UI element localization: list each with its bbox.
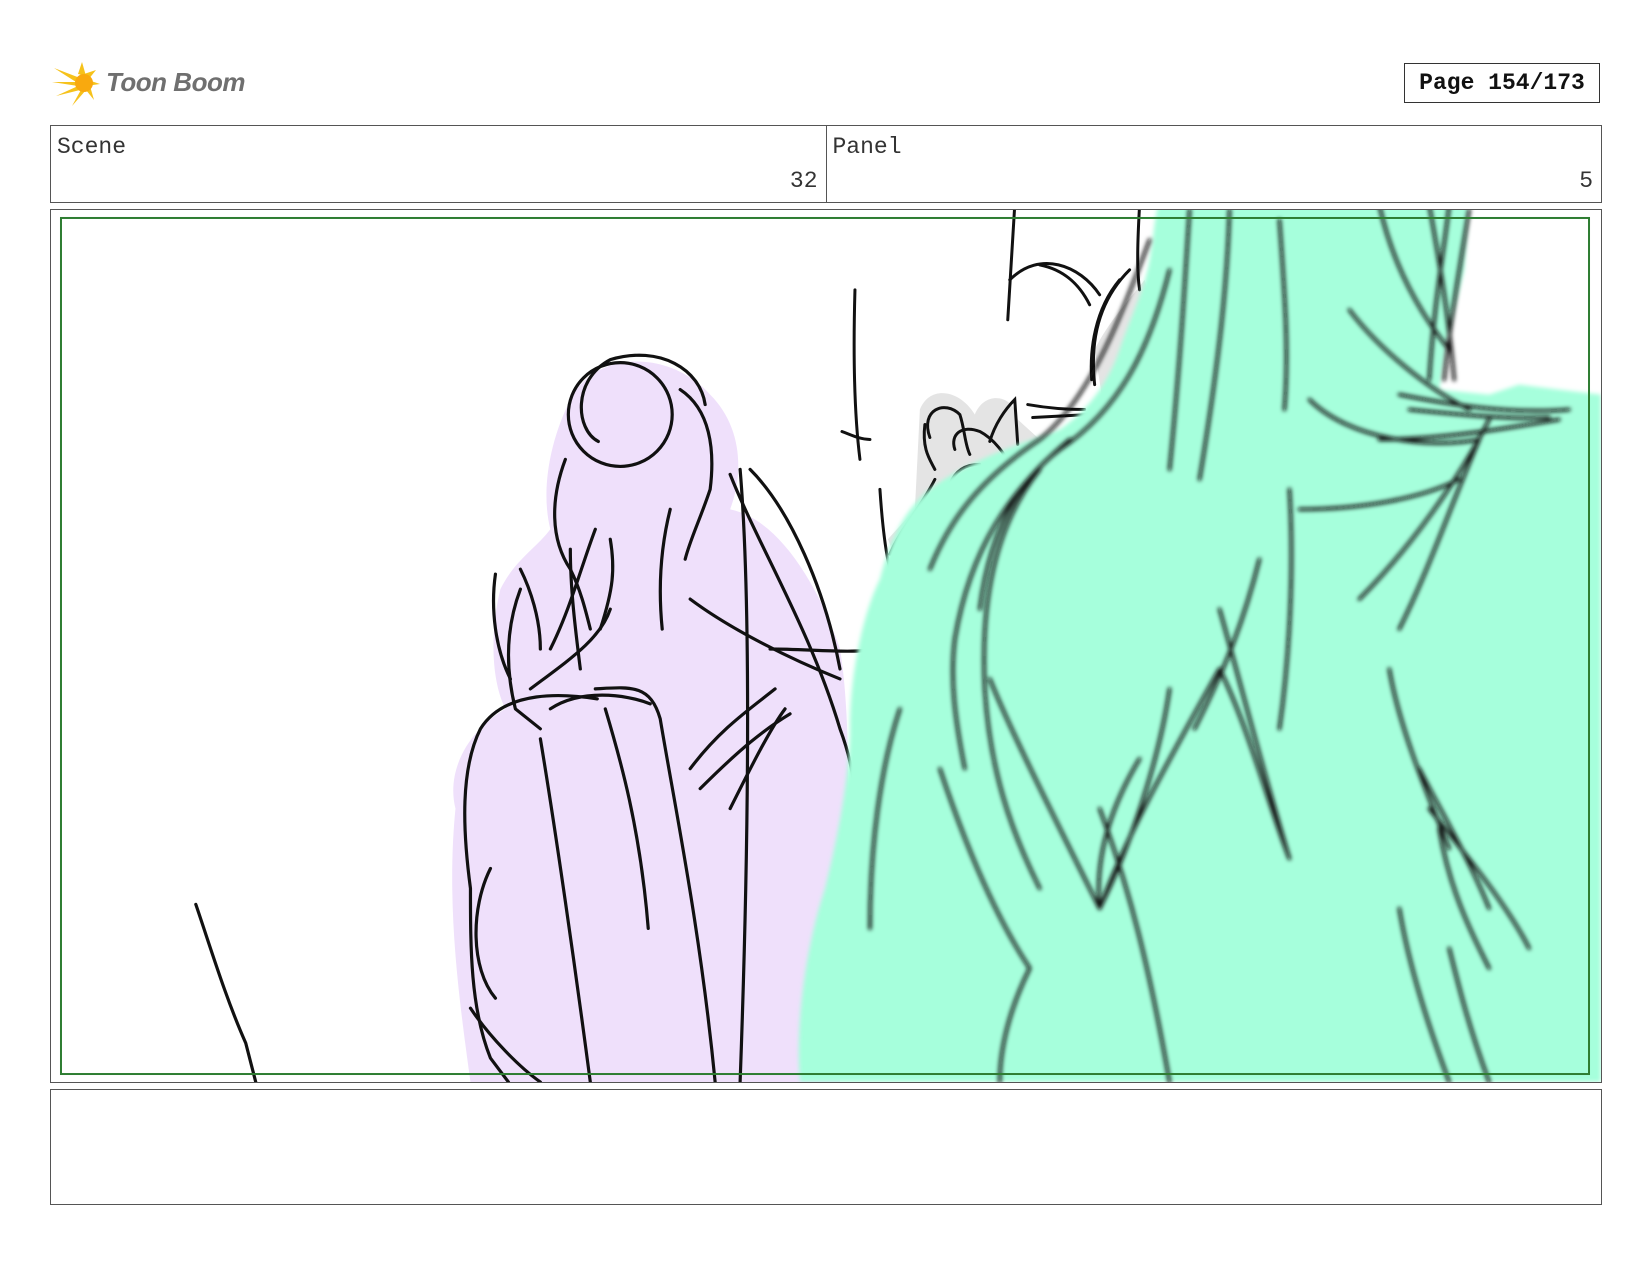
scene-panel-header: Scene 32 Panel 5: [50, 125, 1602, 203]
page-indicator: Page 154/173: [1404, 63, 1600, 103]
toon-boom-logo: Toon Boom: [52, 56, 252, 108]
scene-label: Scene: [57, 134, 127, 160]
right-character-sketch: [798, 210, 1601, 1082]
left-character-sketch: [194, 353, 882, 1082]
panel-cell: Panel 5: [825, 126, 1602, 202]
storyboard-sketch: [59, 210, 1601, 1082]
panel-number: 5: [1579, 168, 1593, 194]
storyboard-panel: [50, 209, 1602, 1083]
panel-label: Panel: [832, 134, 902, 160]
logo-text: Toon Boom: [106, 66, 245, 97]
scene-cell: Scene 32: [51, 126, 826, 202]
panel-notes-box[interactable]: [50, 1089, 1602, 1205]
starburst-icon: [52, 62, 100, 106]
scene-number: 32: [789, 168, 818, 194]
